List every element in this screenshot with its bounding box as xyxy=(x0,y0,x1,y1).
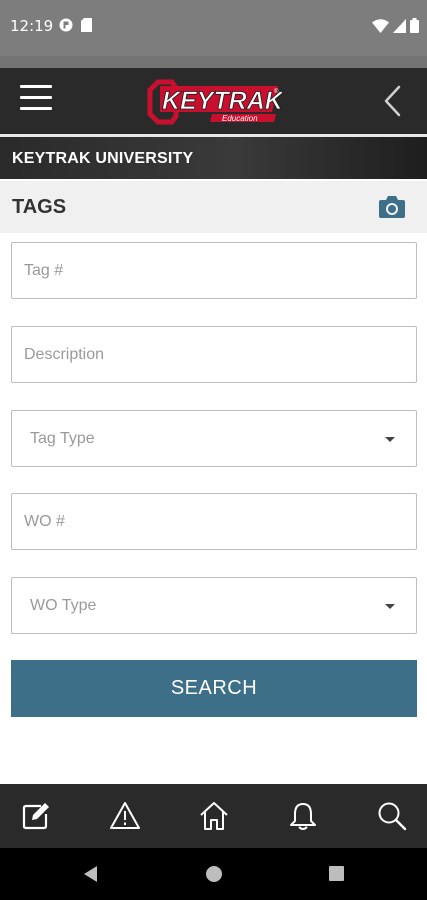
svg-text:Education: Education xyxy=(222,114,258,123)
status-left-icons xyxy=(59,18,92,32)
system-home-icon[interactable] xyxy=(206,866,222,882)
page-title-bar: TAGS xyxy=(0,181,427,233)
search-icon[interactable] xyxy=(376,800,408,832)
tag-number-field[interactable] xyxy=(11,242,417,299)
chevron-left-icon xyxy=(384,85,401,117)
svg-text:KEYTRAK: KEYTRAK xyxy=(162,87,282,115)
home-icon[interactable] xyxy=(198,800,230,832)
section-banner: KEYTRAK UNIVERSITY xyxy=(0,137,427,179)
app-header: KEYTRAK ® Education xyxy=(0,68,427,134)
wifi-icon xyxy=(372,18,389,33)
keytrak-logo: KEYTRAK ® Education xyxy=(147,79,282,125)
status-gap xyxy=(0,56,427,68)
section-title: KEYTRAK UNIVERSITY xyxy=(12,150,194,167)
wo-type-selected: WO Type xyxy=(30,597,97,614)
camera-icon[interactable] xyxy=(378,195,406,219)
system-nav-bar xyxy=(0,848,427,900)
page-title: TAGS xyxy=(12,196,67,218)
chevron-down-icon xyxy=(385,604,395,609)
tag-type-select[interactable]: Tag Type xyxy=(11,410,417,467)
system-recents-icon[interactable] xyxy=(329,866,344,881)
system-back-icon[interactable] xyxy=(84,866,97,882)
bottom-nav xyxy=(0,784,427,848)
back-button[interactable] xyxy=(381,84,403,118)
tag-type-selected: Tag Type xyxy=(30,430,95,447)
content-spacer xyxy=(0,730,427,784)
hamburger-icon xyxy=(20,85,52,88)
status-time: 12:19 xyxy=(10,17,54,35)
menu-button[interactable] xyxy=(20,85,52,115)
battery-icon xyxy=(410,18,419,33)
tag-number-input[interactable] xyxy=(12,243,416,298)
warning-icon[interactable] xyxy=(109,800,141,832)
bell-icon[interactable] xyxy=(287,800,319,832)
cell-signal-icon xyxy=(393,18,406,33)
sd-card-icon xyxy=(81,18,92,32)
svg-text:®: ® xyxy=(274,88,279,95)
search-button[interactable]: SEARCH xyxy=(11,660,417,717)
wo-type-select[interactable]: WO Type xyxy=(11,577,417,634)
edit-icon[interactable] xyxy=(20,800,52,832)
wo-number-field[interactable] xyxy=(11,493,417,550)
chevron-down-icon xyxy=(385,437,395,442)
notification-app-icon xyxy=(59,18,73,32)
status-right-icons xyxy=(372,18,419,33)
description-field[interactable] xyxy=(11,326,417,383)
status-bar: 12:19 xyxy=(0,0,427,56)
description-input[interactable] xyxy=(12,327,416,382)
wo-number-input[interactable] xyxy=(12,494,416,549)
